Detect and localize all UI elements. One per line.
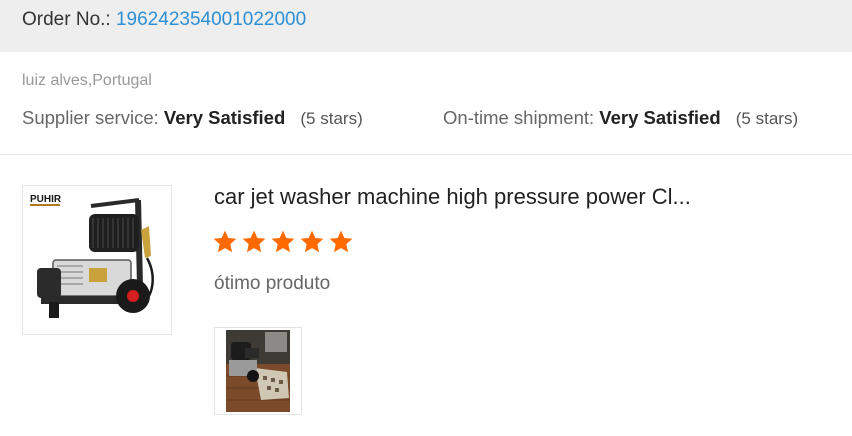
brand-logo-text: PUHIR	[30, 194, 62, 205]
ontime-shipment-value: Very Satisfied	[599, 107, 721, 128]
supplier-service-rating: Supplier service: Very Satisfied (5 star…	[22, 106, 363, 131]
star-icon	[242, 230, 266, 253]
ontime-shipment-stars: (5 stars)	[735, 109, 799, 128]
star-icon	[329, 230, 353, 253]
review-comment: ótimo produto	[214, 273, 331, 294]
supplier-service-label: Supplier service:	[22, 107, 159, 128]
customer-photo-image	[226, 330, 290, 412]
ontime-shipment-rating: On-time shipment: Very Satisfied (5 star…	[443, 106, 798, 131]
review-photo-thumbnail[interactable]	[214, 327, 302, 415]
reviewer-name: luiz alves,Portugal	[22, 72, 152, 89]
star-icon	[271, 230, 295, 253]
star-icon	[300, 230, 324, 253]
order-number-label: Order No.:	[22, 9, 111, 30]
section-divider	[0, 154, 852, 155]
order-number-row: Order No.: 196242354001022000	[22, 8, 306, 32]
star-icon	[213, 230, 237, 253]
order-header: Order No.: 196242354001022000	[0, 0, 852, 52]
product-title[interactable]: car jet washer machine high pressure pow…	[214, 183, 754, 211]
order-number-link[interactable]: 196242354001022000	[116, 9, 306, 30]
supplier-service-value: Very Satisfied	[163, 107, 286, 128]
pressure-washer-image: PUHIR	[29, 192, 154, 318]
supplier-service-stars: (5 stars)	[300, 109, 363, 128]
ontime-shipment-label: On-time shipment:	[443, 107, 595, 128]
product-thumbnail[interactable]: PUHIR	[22, 185, 172, 335]
review-star-rating	[212, 229, 357, 257]
